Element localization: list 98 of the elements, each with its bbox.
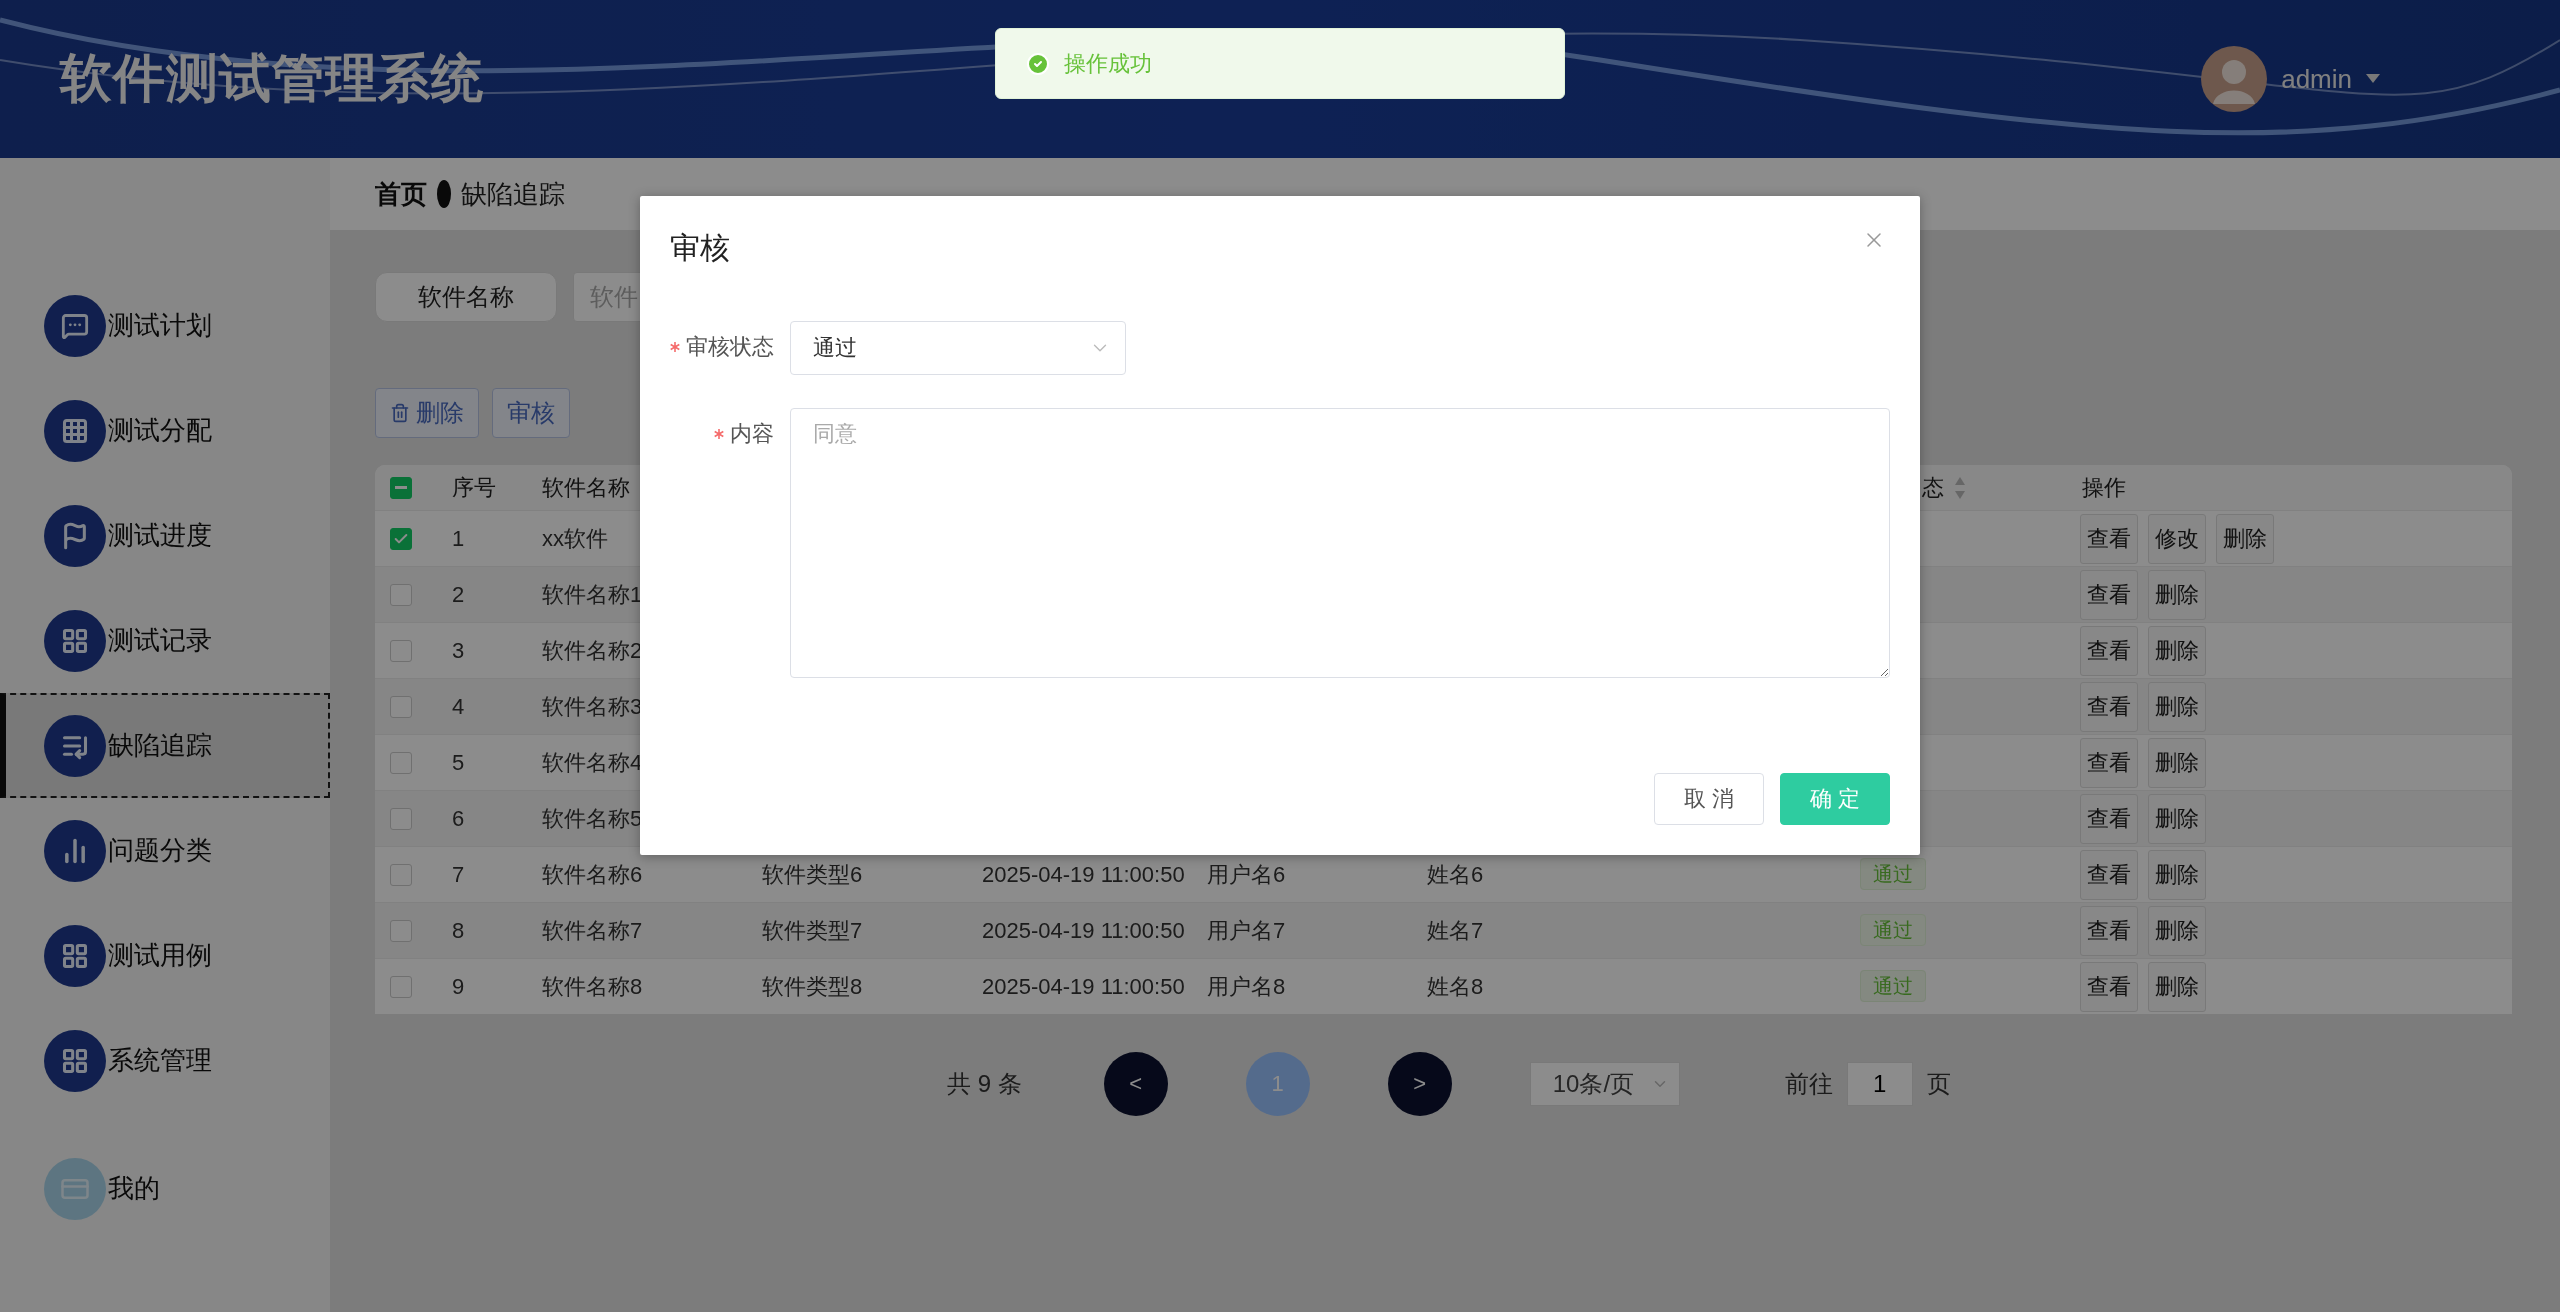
action-button[interactable]: 删除 (2148, 681, 2206, 732)
table-cell-text: 软件名称7 (541, 916, 644, 945)
table-cell-text: 4 (451, 693, 466, 720)
action-button[interactable]: 查看 (2080, 681, 2138, 732)
goto-page-field[interactable]: 1 (1846, 1062, 1913, 1106)
content-field[interactable]: 同意 (790, 408, 1890, 678)
next-page-button[interactable]: > (1387, 1052, 1452, 1116)
table-cell-text: 8 (451, 917, 466, 944)
row-checkbox[interactable] (390, 975, 412, 998)
action-button[interactable]: 删除 (2148, 737, 2206, 788)
toast-message: 操作成功 (995, 28, 1565, 99)
table-cell-text: 软件类型8 (761, 972, 864, 1001)
breadcrumb-link[interactable]: 首页 (375, 176, 427, 212)
table-cell-text: 用户名6 (1206, 860, 1287, 889)
row-checkbox[interactable] (390, 863, 412, 886)
action-button[interactable]: 删除 (2148, 793, 2206, 844)
avatar-icon[interactable] (2201, 46, 2268, 112)
column-header: 态 (1922, 473, 1944, 502)
table-cell-text: 1 (451, 525, 466, 552)
action-button[interactable]: 查看 (2080, 513, 2138, 564)
action-button[interactable]: 删除 (2148, 849, 2206, 900)
review-button[interactable]: 审核 (492, 388, 570, 438)
breadcrumb-current: 缺陷追踪 (461, 177, 565, 211)
prev-page-button[interactable]: < (1103, 1052, 1168, 1116)
page-size-select[interactable]: 10条/页 (1529, 1062, 1680, 1106)
column-header: 软件名称 (541, 473, 631, 502)
row-checkbox[interactable] (390, 751, 412, 774)
table-cell-text: 用户名7 (1206, 916, 1287, 945)
user-name[interactable]: admin (2281, 63, 2352, 95)
total-count: 共 9 条 (947, 1069, 1022, 1099)
column-header: 序号 (451, 473, 497, 502)
row-checkbox[interactable] (390, 807, 412, 830)
delete-button[interactable]: 删除 (375, 388, 479, 438)
table-cell-text: 2025-04-19 11:00:50 (981, 861, 1186, 888)
trash-icon (390, 403, 410, 423)
goto-label: 前往 (1784, 1069, 1833, 1099)
action-button[interactable]: 查看 (2080, 849, 2138, 900)
table-cell-text: 姓名8 (1426, 972, 1485, 1001)
field-label: 内容 (730, 420, 774, 448)
table-cell-text: 用户名8 (1206, 972, 1287, 1001)
sidebar-item[interactable]: 测试计划 (0, 273, 330, 378)
table-cell-text: xx软件 (541, 524, 609, 553)
row-checkbox[interactable] (390, 583, 412, 606)
action-button[interactable]: 查看 (2080, 737, 2138, 788)
select-all-checkbox[interactable] (390, 476, 412, 499)
action-button[interactable]: 删除 (2148, 625, 2206, 676)
row-checkbox[interactable] (390, 639, 412, 662)
caret-icon[interactable] (2366, 74, 2380, 84)
goto-suffix: 页 (1926, 1069, 1951, 1099)
table-cell-text: 软件名称6 (541, 860, 644, 889)
table-cell-text: 软件名称4 (541, 748, 644, 777)
action-button[interactable]: 查看 (2080, 625, 2138, 676)
action-button[interactable]: 删除 (2148, 569, 2206, 620)
column-header: 操作 (2081, 473, 2127, 502)
field-label: 审核状态 (686, 333, 774, 361)
minus-icon (395, 486, 407, 489)
separator-icon (437, 179, 451, 209)
action-button[interactable]: 修改 (2148, 513, 2206, 564)
table-cell-text: 姓名6 (1426, 860, 1485, 889)
table-cell-text: 软件名称8 (541, 972, 644, 1001)
status-tag: 通过 (1860, 914, 1926, 946)
status-select[interactable]: 通过 (790, 321, 1126, 375)
table-cell-text: 软件类型6 (761, 860, 864, 889)
action-button[interactable]: 删除 (2148, 905, 2206, 956)
sidebar-item[interactable]: 测试进度 (0, 483, 330, 588)
row-checkbox[interactable] (390, 695, 412, 718)
table-cell-text: 9 (451, 973, 466, 1000)
table-cell-text: 6 (451, 805, 466, 832)
dialog-title: 审核 (670, 230, 730, 266)
table-cell-text: 2 (451, 581, 466, 608)
action-button[interactable]: 查看 (2080, 905, 2138, 956)
success-icon (1026, 51, 1050, 76)
sidebar-item[interactable]: 测试分配 (0, 378, 330, 483)
table-cell-text: 7 (451, 861, 466, 888)
sidebar-item[interactable]: 缺陷追踪 (0, 693, 330, 798)
status-tag: 通过 (1860, 858, 1926, 890)
table-cell-text: 2025-04-19 11:00:50 (981, 973, 1186, 1000)
search-label: 软件名称 (375, 272, 557, 322)
row-checkbox[interactable] (390, 919, 412, 942)
row-checkbox[interactable] (390, 527, 412, 550)
sidebar-item[interactable]: 测试记录 (0, 588, 330, 693)
table-cell-text: 5 (451, 749, 466, 776)
table-cell-text: 3 (451, 637, 466, 664)
sidebar-item[interactable]: 测试用例 (0, 903, 330, 1008)
table-cell-text: 2025-04-19 11:00:50 (981, 917, 1186, 944)
action-button[interactable]: 查看 (2080, 961, 2138, 1012)
app-title: 软件测试管理系统 (60, 48, 484, 109)
action-button[interactable]: 查看 (2080, 793, 2138, 844)
action-button[interactable]: 查看 (2080, 569, 2138, 620)
table-cell-text: 姓名7 (1426, 916, 1485, 945)
status-tag: 通过 (1860, 970, 1926, 1002)
action-button[interactable]: 删除 (2148, 961, 2206, 1012)
sidebar-item[interactable]: 我的 (0, 1136, 330, 1241)
sidebar-item[interactable]: 问题分类 (0, 798, 330, 903)
cancel-button[interactable]: 取 消 (1654, 773, 1764, 825)
action-button[interactable]: 删除 (2216, 513, 2274, 564)
sidebar-item[interactable]: 系统管理 (0, 1008, 330, 1113)
table-cell-text: 软件类型7 (761, 916, 864, 945)
